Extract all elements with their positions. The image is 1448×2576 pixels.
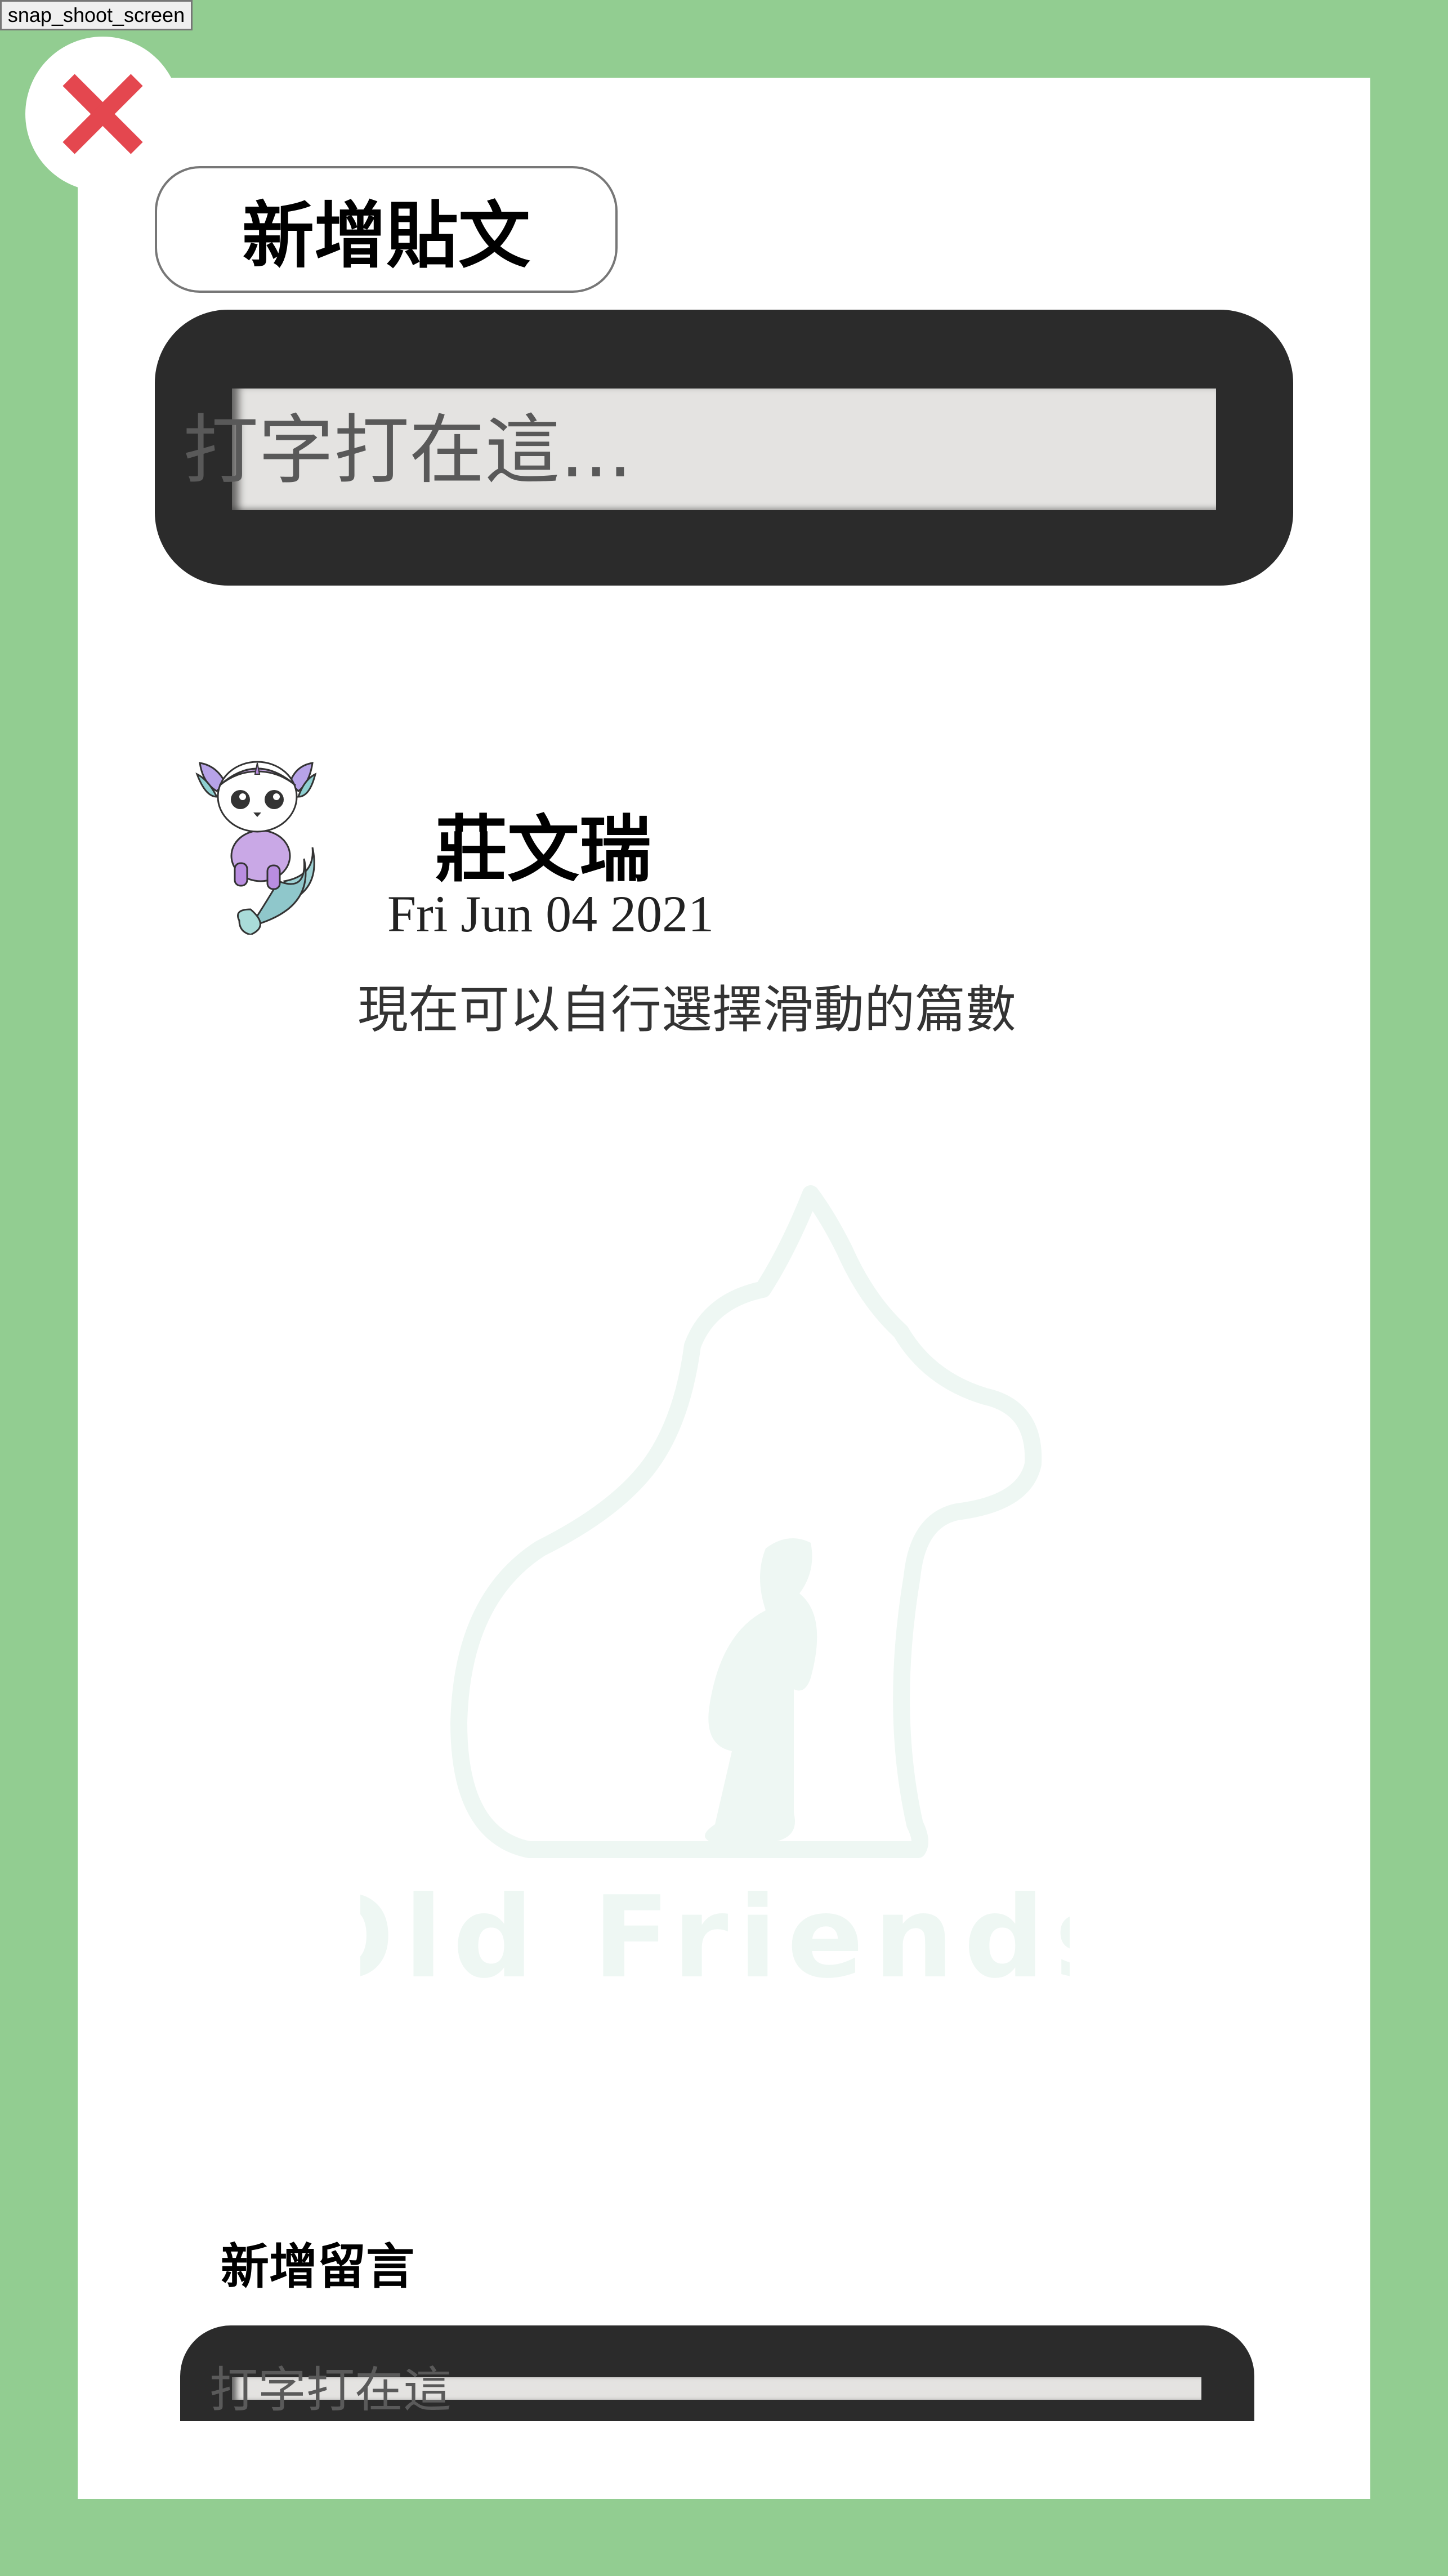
page-title-text: 新增貼文 bbox=[242, 194, 530, 278]
post-date: Fri Jun 04 2021 bbox=[387, 885, 714, 943]
close-button[interactable] bbox=[25, 37, 180, 191]
post-content: 現在可以自行選擇滑動的篇數 bbox=[357, 980, 1016, 1039]
post-author: 莊文瑞 bbox=[435, 808, 652, 892]
avatar[interactable] bbox=[194, 740, 329, 935]
comment-input-placeholder: 打字打在這 bbox=[209, 2362, 452, 2418]
post-input-placeholder: 打字打在這... bbox=[183, 407, 632, 494]
watermark-text: Old Friends bbox=[360, 1872, 1070, 2003]
snap-shoot-screen-button[interactable]: snap_shoot_screen bbox=[0, 0, 193, 30]
close-icon bbox=[62, 74, 143, 154]
add-comment-label: 新增留言 bbox=[221, 2239, 414, 2295]
old-friends-logo: Old Friends bbox=[360, 1185, 1070, 2003]
page-title: 新增貼文 bbox=[155, 166, 618, 293]
